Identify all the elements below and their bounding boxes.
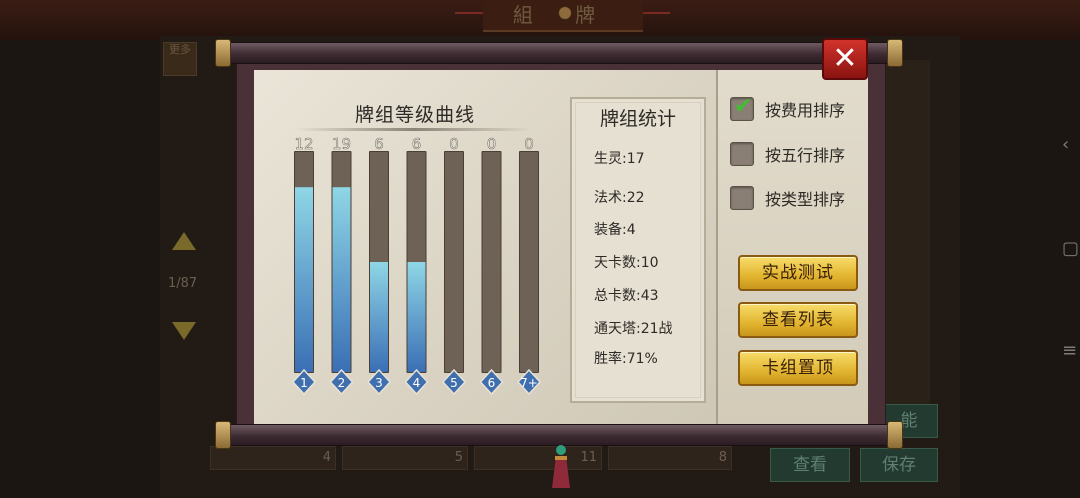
stat-spells: 法术:22 [594, 190, 645, 206]
sort-by-cost-label: 按费用排序 [765, 101, 846, 120]
scroll-rod-top [215, 39, 903, 67]
chart-title: 牌组等级曲线 [354, 104, 475, 126]
bar-track [520, 152, 538, 372]
sort-by-element-checkbox[interactable] [730, 142, 754, 166]
bar [332, 187, 351, 372]
bar [370, 262, 388, 372]
check-icon: ✔ [734, 94, 753, 119]
bar [407, 262, 426, 372]
rod-cap [215, 421, 231, 449]
bar-value-label: 6 [412, 135, 422, 153]
save-button[interactable]: 保存 [860, 448, 938, 482]
level-tick-label: 6 [488, 376, 496, 390]
bar-value-label: 6 [374, 135, 384, 153]
battle-test-button[interactable]: 实战测试 [738, 255, 858, 291]
view-list-button[interactable]: 查看列表 [738, 302, 858, 338]
stat-total-cards: 总卡数:43 [594, 288, 659, 304]
level-tick-label: 4 [413, 376, 421, 390]
stats-title: 牌组统计 [599, 108, 676, 130]
sort-by-type-label: 按类型排序 [765, 190, 846, 209]
level-tick-label: 1 [300, 376, 308, 390]
level-tick-label: 3 [375, 376, 383, 390]
bar-value-label: 12 [294, 135, 313, 153]
sort-by-cost-checkbox[interactable]: ✔ [730, 94, 754, 121]
close-icon: ✕ [832, 41, 858, 76]
tassel-icon [552, 445, 570, 488]
stat-tower: 通天塔:21战 [594, 321, 673, 337]
sort-by-type-option[interactable]: 按类型排序 [730, 184, 845, 212]
level-tick-label: 5 [450, 376, 458, 390]
more-tab[interactable]: 更多 [163, 42, 197, 76]
bar [295, 187, 313, 372]
scroll-rod-bottom [215, 421, 903, 449]
back-icon[interactable]: ‹ [1062, 134, 1069, 155]
menu-icon[interactable]: ≡ [1062, 340, 1077, 361]
home-icon[interactable]: ▢ [1062, 238, 1079, 259]
level-tick-label: 7+ [520, 376, 538, 390]
page-down-icon[interactable] [172, 322, 196, 340]
view-button[interactable]: 查看 [770, 448, 850, 482]
stat-equipment: 装备:4 [594, 222, 636, 238]
bar-track [482, 152, 501, 372]
bar-value-label: 19 [332, 135, 351, 153]
stat-creatures: 生灵:17 [594, 151, 645, 167]
sort-by-cost-option[interactable]: ✔ 按费用排序 [730, 94, 846, 123]
sort-by-element-option[interactable]: 按五行排序 [730, 140, 845, 168]
bottom-slot[interactable]: 5 [342, 446, 468, 470]
bar-value-label: 0 [487, 135, 497, 153]
level-curve-chart: 12 1 19 2 6 3 6 4 0 5 0 6 0 7+ [291, 135, 542, 396]
page-indicator: 1/87 [168, 276, 198, 291]
bottom-slot[interactable]: 8 [608, 446, 732, 470]
stat-win-rate: 胜率:71% [594, 351, 658, 367]
sort-by-type-checkbox[interactable] [730, 186, 754, 210]
bar-value-label: 0 [524, 135, 534, 153]
sort-by-element-label: 按五行排序 [765, 146, 846, 165]
bar-value-label: 0 [449, 135, 459, 153]
page-up-icon[interactable] [172, 232, 196, 250]
bottom-slot[interactable]: 4 [210, 446, 336, 470]
rod-cap [887, 39, 903, 67]
bar-track [445, 152, 463, 372]
bottom-slot[interactable]: 11 [474, 446, 602, 470]
rod-cap [887, 421, 903, 449]
stat-sky-cards: 天卡数:10 [594, 255, 659, 271]
level-tick-label: 2 [338, 376, 346, 390]
banner-knob [558, 6, 572, 20]
rod-cap [215, 39, 231, 67]
pin-deck-button[interactable]: 卡组置顶 [738, 350, 858, 386]
close-button[interactable]: ✕ [822, 38, 868, 80]
